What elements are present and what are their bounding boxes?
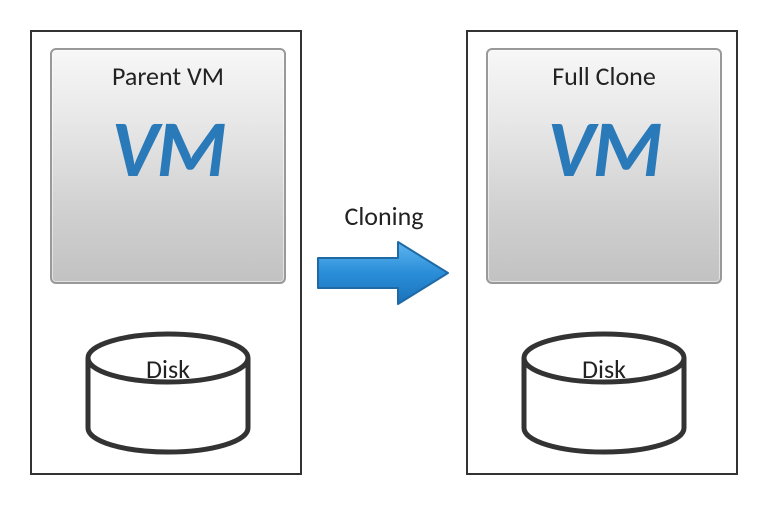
- full-clone-vm-box: Full Clone VM: [486, 48, 722, 284]
- full-clone-container: Full Clone VM Disk: [466, 30, 738, 475]
- clone-disk-icon: Disk: [518, 328, 690, 458]
- parent-vm-container: Parent VM VM Disk: [30, 30, 302, 475]
- parent-vm-title: Parent VM: [112, 60, 224, 92]
- parent-disk-icon: Disk: [82, 328, 254, 458]
- vm-label-icon: VM: [111, 110, 224, 190]
- clone-disk-label: Disk: [518, 353, 690, 385]
- parent-disk-label: Disk: [82, 353, 254, 385]
- parent-vm-box: Parent VM VM: [50, 48, 286, 284]
- vm-label-icon: VM: [547, 110, 660, 190]
- cloning-arrow-block: Cloning: [308, 200, 460, 308]
- full-clone-title: Full Clone: [552, 60, 656, 92]
- arrow-right-icon: [314, 238, 454, 308]
- cloning-label: Cloning: [308, 200, 460, 232]
